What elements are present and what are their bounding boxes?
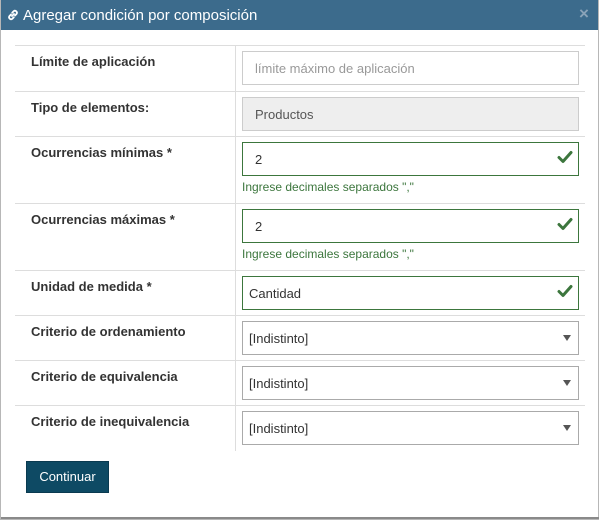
criterio-equivalencia-select[interactable]: [Indistinto] <box>242 366 579 400</box>
select-value: [Indistinto] <box>249 330 309 346</box>
form-row-criterio-inequivalencia: Criterio de inequivalencia [Indistinto] <box>15 405 585 451</box>
field-label: Ocurrencias máximas * <box>15 203 236 271</box>
field-label: Criterio de ordenamiento <box>15 315 236 361</box>
form-row-unidad-medida: Unidad de medida * Cantidad <box>15 270 585 316</box>
form-row-ocurrencias-minimas: Ocurrencias mínimas * 2 Ingrese decimale… <box>15 136 585 204</box>
form-row-ocurrencias-maximas: Ocurrencias máximas * 2 Ingrese decimale… <box>15 203 585 271</box>
unidad-medida-select[interactable]: Cantidad <box>242 276 579 310</box>
limite-aplicacion-input[interactable]: límite máximo de aplicación <box>242 51 579 85</box>
caret-down-icon <box>563 380 571 386</box>
field-label: Criterio de inequivalencia <box>15 405 236 451</box>
form-row-limite: Límite de aplicación límite máximo de ap… <box>15 45 585 92</box>
select-value: Cantidad <box>249 285 302 301</box>
input-value: 2 <box>255 151 263 167</box>
dialog-header: Agregar condición por composición × <box>1 0 598 30</box>
input-value: 2 <box>255 218 263 234</box>
dialog: Agregar condición por composición × Lími… <box>0 0 599 520</box>
close-icon[interactable]: × <box>576 5 592 23</box>
tipo-elementos-field: Productos <box>242 97 579 131</box>
field-label: Ocurrencias mínimas * <box>15 136 236 204</box>
continue-button[interactable]: Continuar <box>26 461 109 493</box>
caret-down-icon <box>563 425 571 431</box>
ocurrencias-minimas-input[interactable]: 2 <box>242 142 579 176</box>
field-label: Criterio de equivalencia <box>15 360 236 406</box>
check-icon <box>557 149 573 165</box>
dialog-title: Agregar condición por composición <box>23 6 258 24</box>
criterio-inequivalencia-select[interactable]: [Indistinto] <box>242 411 579 445</box>
caret-down-icon <box>563 335 571 341</box>
help-text: Ingrese decimales separados "," <box>242 247 414 261</box>
dialog-bottom-border <box>1 517 599 519</box>
form-row-tipo-elementos: Tipo de elementos: Productos <box>15 91 585 137</box>
form-table: Límite de aplicación límite máximo de ap… <box>15 45 585 451</box>
link-icon <box>5 7 21 23</box>
help-text: Ingrese decimales separados "," <box>242 180 414 194</box>
field-label: Límite de aplicación <box>15 45 236 92</box>
check-icon <box>557 283 573 299</box>
form-row-criterio-equivalencia: Criterio de equivalencia [Indistinto] <box>15 360 585 406</box>
form-row-criterio-ordenamiento: Criterio de ordenamiento [Indistinto] <box>15 315 585 361</box>
select-value: [Indistinto] <box>249 420 309 436</box>
field-label: Unidad de medida * <box>15 270 236 316</box>
select-value: [Indistinto] <box>249 375 309 391</box>
criterio-ordenamiento-select[interactable]: [Indistinto] <box>242 321 579 355</box>
ocurrencias-maximas-input[interactable]: 2 <box>242 209 579 243</box>
field-label: Tipo de elementos: <box>15 91 236 137</box>
check-icon <box>557 216 573 232</box>
